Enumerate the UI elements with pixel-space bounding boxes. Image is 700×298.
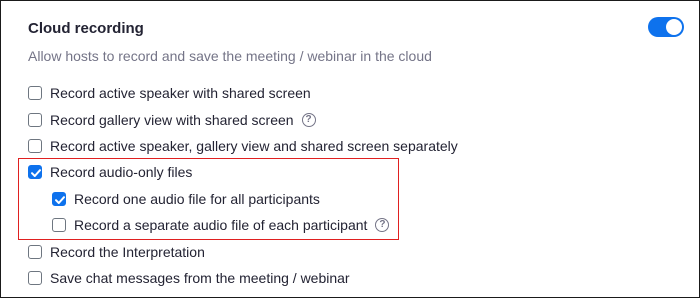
option-label: Record gallery view with shared screen — [50, 112, 294, 128]
checkmark-icon — [55, 196, 65, 204]
option-label: Save chat messages from the meeting / we… — [50, 270, 350, 286]
checkbox[interactable] — [28, 245, 42, 259]
option-one-audio-file[interactable]: Record one audio file for all participan… — [52, 189, 320, 209]
option-audio-only-files[interactable]: Record audio-only files — [28, 162, 192, 182]
option-interpretation[interactable]: Record the Interpretation — [28, 242, 205, 262]
option-save-chat[interactable]: Save chat messages from the meeting / we… — [28, 268, 350, 288]
option-label: Record the Interpretation — [50, 244, 205, 260]
option-gallery-view-shared-screen[interactable]: Record gallery view with shared screen ? — [28, 110, 316, 130]
checkbox[interactable] — [28, 113, 42, 127]
cloud-recording-toggle[interactable] — [648, 17, 684, 37]
checkbox-checked[interactable] — [52, 192, 66, 206]
checkbox[interactable] — [28, 271, 42, 285]
help-icon[interactable]: ? — [375, 218, 390, 232]
option-label: Record active speaker with shared screen — [50, 85, 311, 101]
option-label: Record a separate audio file of each par… — [74, 217, 368, 233]
checkmark-icon — [31, 169, 41, 177]
option-label: Record audio-only files — [50, 164, 193, 180]
option-label: Record active speaker, gallery view and … — [50, 138, 458, 154]
option-separate-audio-file[interactable]: Record a separate audio file of each par… — [52, 215, 390, 235]
help-icon[interactable]: ? — [301, 113, 316, 127]
checkbox[interactable] — [52, 218, 66, 232]
option-active-speaker-shared-screen[interactable]: Record active speaker with shared screen — [28, 83, 311, 103]
setting-description: Allow hosts to record and save the meeti… — [28, 48, 432, 64]
setting-title: Cloud recording — [28, 20, 144, 37]
checkbox-checked[interactable] — [28, 165, 42, 179]
option-label: Record one audio file for all participan… — [74, 191, 320, 207]
settings-panel: Cloud recording Allow hosts to record an… — [0, 0, 700, 298]
checkbox[interactable] — [28, 86, 42, 100]
toggle-knob — [666, 19, 682, 35]
option-separate-views[interactable]: Record active speaker, gallery view and … — [28, 136, 458, 156]
checkbox[interactable] — [28, 139, 42, 153]
